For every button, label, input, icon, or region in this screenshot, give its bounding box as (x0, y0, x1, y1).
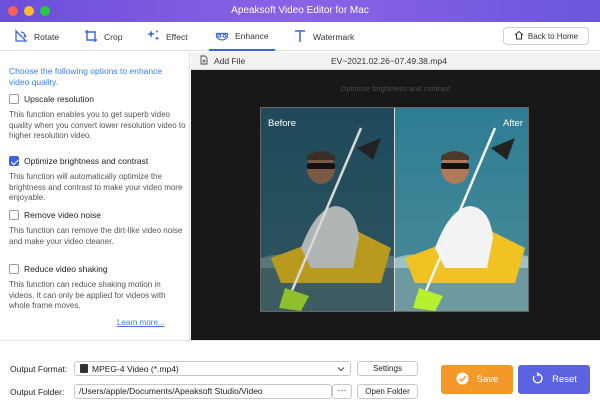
option-optimize-brightness: Optimize brightness and contrast This fu… (9, 155, 187, 204)
tab-label: Effect (166, 31, 188, 42)
enhance-options-panel: Choose the following options to enhance … (0, 52, 190, 340)
tab-enhance[interactable]: Enhance (209, 22, 275, 51)
option-label: Optimize brightness and contrast (24, 156, 149, 166)
title-bar: Apeaksoft Video Editor for Mac (0, 0, 600, 22)
tab-label: Watermark (313, 31, 355, 42)
option-label: Reduce video shaking (24, 264, 108, 274)
tab-rotate[interactable]: Rotate (14, 22, 59, 51)
rotate-icon (14, 28, 28, 45)
effect-icon (146, 29, 160, 45)
chevron-down-icon (337, 367, 345, 372)
save-check-icon (456, 372, 469, 388)
reset-button[interactable]: Reset (518, 365, 590, 394)
add-file-button[interactable]: Add File (199, 55, 245, 67)
option-label: Upscale resolution (24, 94, 94, 104)
save-label: Save (476, 374, 499, 385)
tab-watermark[interactable]: Watermark (293, 22, 354, 51)
learn-more-link[interactable]: Learn more... (117, 318, 165, 327)
before-label: Before (268, 118, 296, 129)
window-title: Apeaksoft Video Editor for Mac (231, 5, 369, 16)
preview-area: Add File EV~2021.02.26~07.49.38.mp4 Opti… (191, 52, 600, 340)
add-file-icon (199, 55, 209, 67)
option-remove-noise: Remove video noise This function can rem… (9, 209, 187, 247)
crop-icon (84, 29, 98, 45)
before-video-frame (261, 108, 394, 311)
open-folder-button[interactable]: Open Folder (357, 384, 418, 399)
home-icon (514, 30, 524, 42)
option-label: Remove video noise (24, 210, 102, 220)
option-reduce-shaking: Reduce video shaking This function can r… (9, 263, 187, 312)
output-format-label: Output Format: (10, 364, 68, 374)
tab-crop[interactable]: Crop (84, 22, 122, 51)
output-folder-label: Output Folder: (10, 387, 65, 397)
tab-effect[interactable]: Effect (146, 22, 188, 51)
reduce-shaking-checkbox[interactable] (9, 264, 19, 274)
file-bar: Add File EV~2021.02.26~07.49.38.mp4 (191, 52, 600, 70)
option-description: This function will automatically optimiz… (9, 172, 183, 203)
option-description: This function can remove the dirt-like v… (9, 226, 183, 246)
watermark-icon (293, 29, 307, 45)
back-to-home-label: Back to Home (527, 31, 579, 41)
browse-folder-button[interactable]: ··· (332, 384, 352, 399)
add-file-label: Add File (214, 56, 246, 66)
output-bar: Output Format: MPEG-4 Video (*.mp4) Sett… (0, 340, 600, 412)
back-to-home-button[interactable]: Back to Home (503, 27, 589, 45)
enhance-icon (215, 28, 229, 44)
output-format-value: MPEG-4 Video (*.mp4) (92, 363, 179, 374)
after-video-frame (395, 108, 528, 311)
before-after-preview: Before After (260, 107, 529, 312)
save-button[interactable]: Save (441, 365, 513, 394)
settings-button[interactable]: Settings (357, 361, 418, 376)
after-label: After (502, 118, 523, 129)
option-upscale-resolution: Upscale resolution This function enables… (9, 93, 187, 142)
optimize-brightness-checkbox[interactable] (9, 156, 19, 166)
tab-label: Crop (104, 31, 123, 42)
remove-noise-checkbox[interactable] (9, 210, 19, 220)
reset-icon (531, 371, 544, 388)
option-description: This function can reduce shaking motion … (9, 280, 166, 311)
preview-hint: Optimize brightness and contrast (340, 84, 451, 93)
output-format-select[interactable]: MPEG-4 Video (*.mp4) (74, 361, 351, 376)
tab-label: Enhance (235, 30, 269, 41)
upscale-resolution-checkbox[interactable] (9, 94, 19, 104)
video-format-icon (80, 364, 88, 373)
panel-intro: Choose the following options to enhance … (9, 66, 163, 87)
file-name: EV~2021.02.26~07.49.38.mp4 (331, 56, 447, 66)
reset-label: Reset (552, 374, 577, 385)
option-description: This function enables you to get superb … (9, 110, 186, 141)
tab-label: Rotate (34, 31, 60, 42)
output-folder-field[interactable]: /Users/apple/Documents/Apeaksoft Studio/… (74, 384, 332, 399)
